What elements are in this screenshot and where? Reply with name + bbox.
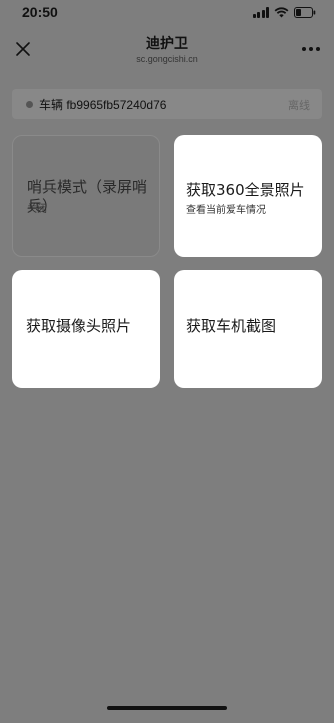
vehicle-bar[interactable]: 车辆 fb9965fb57240d76 离线 [12,89,322,119]
vehicle-status-dot [26,101,33,108]
wifi-icon [274,7,289,18]
sentry-mode-status: 关闭 [27,204,47,215]
more-icon[interactable] [302,47,320,51]
status-bar: 20:50 [0,0,334,26]
battery-icon [294,7,316,18]
panorama-photo-card[interactable]: 获取360全景照片 查看当前爱车情况 [174,135,322,257]
status-time: 20:50 [22,4,58,20]
page-domain: sc.gongcishi.cn [136,54,198,64]
nav-bar: 迪护卫 sc.gongcishi.cn [0,30,334,74]
sentry-mode-card[interactable]: 哨兵模式（录屏哨兵） 关闭 [12,135,160,257]
vehicle-status: 离线 [288,99,310,112]
nav-title-block: 迪护卫 sc.gongcishi.cn [0,36,334,65]
panorama-photo-title: 获取360全景照片 [186,181,305,199]
status-icons [252,7,317,18]
page-title: 迪护卫 [146,36,188,52]
panorama-photo-subtitle: 查看当前爱车情况 [186,205,266,216]
home-indicator [107,706,227,710]
signal-icon [252,7,269,18]
screenshot-card[interactable]: 获取车机截图 [174,270,322,388]
vehicle-label: 车辆 fb9965fb57240d76 [39,98,167,112]
screenshot-title: 获取车机截图 [186,317,277,335]
camera-photo-card[interactable]: 获取摄像头照片 [12,270,160,388]
camera-photo-title: 获取摄像头照片 [26,317,132,335]
